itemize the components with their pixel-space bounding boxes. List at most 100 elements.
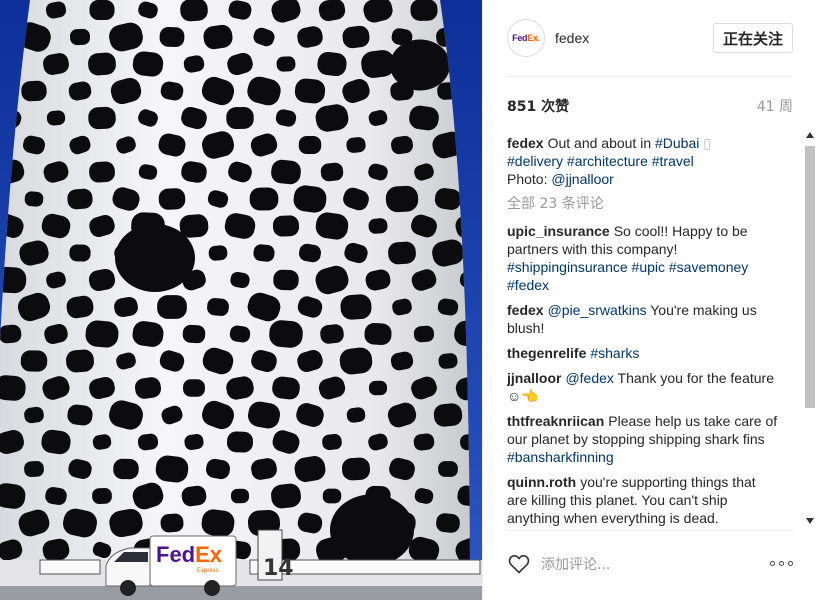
facade-window: [226, 431, 254, 453]
facade-window: [298, 135, 322, 155]
post-age[interactable]: 41 周: [757, 96, 793, 116]
hashtag-architecture[interactable]: #architecture: [567, 153, 648, 169]
truck-logo-express: Express: [197, 568, 219, 574]
building-sign-number: 14: [263, 556, 294, 581]
comment-item: fedex @pie_srwatkins You're making us blu…: [507, 301, 779, 337]
comment-mention[interactable]: @fedex: [565, 370, 613, 386]
facade-window: [385, 185, 419, 213]
svg-text:FedEx: FedEx: [156, 542, 223, 567]
facade-window: [24, 460, 44, 478]
more-dot: [770, 561, 775, 566]
comments-scrollbar[interactable]: [804, 128, 816, 528]
comment-item: jjnalloor @fedex Thank you for the featur…: [507, 369, 779, 405]
photo-credit-label: Photo:: [507, 171, 552, 187]
facade-window: [413, 325, 435, 343]
facade-window: [276, 56, 296, 72]
comment-mention[interactable]: @pie_srwatkins: [548, 302, 647, 318]
avatar[interactable]: Fed Ex.: [507, 19, 545, 57]
facade-window: [249, 187, 279, 211]
comment-author[interactable]: jjnalloor: [507, 370, 561, 386]
hashtag-travel[interactable]: #travel: [652, 153, 694, 169]
comment-hashtags[interactable]: #shippinginsurance #upic #savemoney #fed…: [507, 259, 748, 293]
facade-window: [92, 488, 112, 504]
username-link[interactable]: fedex: [555, 30, 589, 46]
facade-window: [85, 320, 119, 348]
facade-window: [226, 106, 254, 130]
post-side-panel: Fed Ex. fedex 正在关注 851 次赞 41 周 fedex Out a…: [482, 0, 819, 600]
comment-item: upic_insurance So cool!! Happy to be part…: [507, 222, 779, 294]
facade-window: [368, 380, 388, 396]
facade-window: [160, 513, 184, 533]
comment-author[interactable]: fedex: [507, 302, 544, 318]
photo-credit-mention[interactable]: @jjnalloor: [551, 171, 613, 187]
facade-window: [88, 52, 116, 76]
heart-icon[interactable]: [507, 552, 531, 576]
caption: fedex Out and about in #Dubai ▯ #delivery…: [507, 134, 779, 188]
facade-large-opening: [115, 224, 195, 292]
facade-window: [208, 245, 228, 261]
add-comment-input[interactable]: 添加评论...: [541, 554, 770, 574]
caption-author[interactable]: fedex: [507, 135, 544, 151]
facade-window: [269, 320, 303, 348]
more-dot: [788, 561, 793, 566]
following-button[interactable]: 正在关注: [712, 23, 793, 53]
facade-window: [183, 379, 205, 397]
post-footer: 添加评论...: [507, 530, 793, 596]
likes-count[interactable]: 851 次赞: [507, 96, 569, 116]
avatar-logo-fed: Fed: [512, 33, 528, 43]
facade-window: [158, 188, 186, 210]
facade-window: [66, 349, 94, 373]
post-header: Fed Ex. fedex 正在关注: [507, 0, 793, 77]
facade-window: [410, 0, 438, 21]
comment-hashtags[interactable]: #bansharkfinning: [507, 449, 614, 465]
hashtag-delivery[interactable]: #delivery: [507, 153, 563, 169]
scrollbar-thumb[interactable]: [805, 146, 815, 408]
facade-window: [272, 215, 300, 237]
comment-author[interactable]: thtfreaknriican: [507, 413, 604, 429]
facade-window: [182, 324, 206, 344]
comments-list[interactable]: fedex Out and about in #Dubai ▯ #delivery…: [507, 134, 797, 530]
truck-logo-fed: Fed: [156, 542, 195, 567]
facade-large-opening: [390, 39, 450, 91]
more-dot: [779, 561, 784, 566]
post-photo[interactable]: 14 FedEx Express: [0, 0, 482, 600]
facade-window: [20, 350, 48, 372]
scroll-down-arrow-icon[interactable]: [806, 518, 814, 524]
facade-window: [157, 295, 187, 319]
facade-window: [180, 0, 208, 22]
facade-window: [24, 191, 44, 207]
hashtag-dubai[interactable]: #Dubai: [655, 135, 699, 151]
scroll-up-arrow-icon[interactable]: [806, 132, 814, 138]
comment-item: quinn.roth you're supporting things that …: [507, 473, 779, 527]
facade-window: [159, 26, 185, 48]
facade-window: [438, 461, 458, 477]
facade-window: [69, 244, 91, 262]
comment-hashtags[interactable]: #sharks: [590, 345, 639, 361]
facade-window: [273, 269, 299, 291]
facade-window: [388, 241, 416, 265]
post-meta: 851 次赞 41 周: [507, 92, 793, 120]
facade-window: [340, 294, 372, 320]
comment-author[interactable]: thegenrelife: [507, 345, 586, 361]
comment-item: thtfreaknriican Please help us take care …: [507, 412, 779, 466]
facade-window: [89, 161, 115, 183]
facade-window: [88, 106, 116, 130]
more-options-icon[interactable]: [770, 561, 793, 566]
comment-author[interactable]: upic_insurance: [507, 223, 610, 239]
facade-window: [69, 28, 91, 46]
facade-window: [364, 323, 392, 345]
view-all-comments-link[interactable]: 全部 23 条评论: [507, 195, 797, 213]
building-photo: 14 FedEx Express: [0, 0, 482, 600]
facade-window: [322, 488, 342, 504]
facade-window: [89, 0, 115, 21]
caption-text: Out and about in: [547, 135, 655, 151]
facade-large-opening: [330, 494, 414, 566]
facade-window: [230, 488, 250, 504]
avatar-logo-ex: Ex.: [527, 33, 540, 43]
facade-window: [342, 457, 370, 481]
facade-window: [67, 188, 93, 210]
comment-author[interactable]: quinn.roth: [507, 474, 576, 490]
comment-item: thegenrelife #sharks: [507, 344, 779, 362]
facade-window: [113, 458, 139, 480]
post-viewer: 14 FedEx Express Fed Ex. fedex 正在关注 851 …: [0, 0, 819, 600]
